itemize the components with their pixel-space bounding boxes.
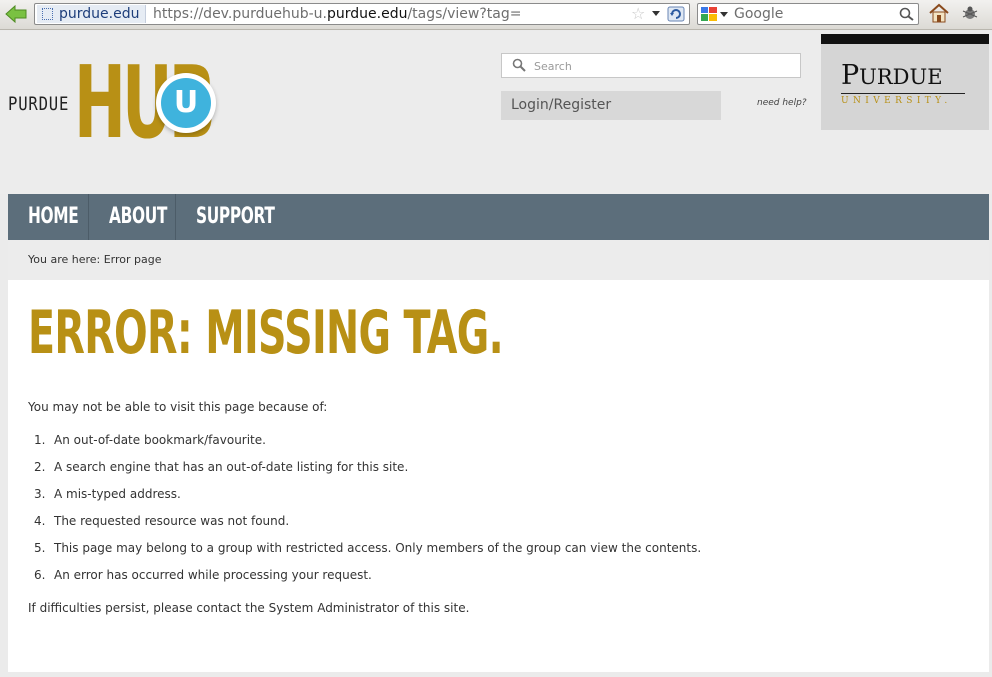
list-item: 6. An error has occurred while processing… — [34, 568, 372, 582]
site-header: PURDUE HUB U Login/Register need help? P… — [0, 31, 992, 194]
browser-search-bar[interactable]: Google — [697, 3, 919, 25]
search-input[interactable] — [534, 57, 794, 75]
search-engine-label: Google — [734, 6, 784, 22]
reason-text: An error has occurred while processing y… — [54, 568, 372, 582]
nav-item-about[interactable]: ABOUT — [109, 194, 192, 240]
nav-divider — [88, 194, 89, 240]
main-nav: HOME ABOUT SUPPORT — [8, 194, 989, 240]
site-identity-button[interactable]: purdue.edu — [37, 5, 147, 23]
nav-item-home[interactable]: HOME — [28, 194, 100, 240]
purdue-university-logo[interactable]: PURDUE UNIVERSITY. — [821, 34, 989, 130]
url-prefix: https://dev.purduehub-u. — [153, 6, 327, 22]
engine-dropdown-icon[interactable] — [720, 12, 728, 17]
nav-home-label: HOME — [28, 204, 79, 229]
login-register-button[interactable]: Login/Register — [501, 91, 721, 120]
site-identity-label: purdue.edu — [59, 6, 140, 22]
url-suffix: /tags/view?tag= — [407, 6, 522, 22]
logo-u-letter: U — [161, 78, 211, 128]
purduehub-u-logo[interactable]: PURDUE HUB U — [8, 53, 223, 163]
logo-u-badge: U — [156, 73, 216, 133]
reload-icon[interactable] — [667, 6, 685, 22]
url-bar[interactable]: purdue.edu https://dev.purduehub-u.purdu… — [34, 3, 690, 25]
browser-toolbar: purdue.edu https://dev.purduehub-u.purdu… — [0, 0, 992, 30]
reason-list: 1. An out-of-date bookmark/favourite. 2. A… — [28, 433, 701, 595]
page-icon — [42, 8, 53, 20]
site-search-box[interactable] — [501, 53, 801, 78]
logo-purdue-text: PURDUE — [8, 93, 70, 115]
purdue-wordmark-rest: URDUE — [859, 65, 943, 89]
breadcrumb: You are here: Error page — [8, 240, 989, 280]
page-title: ERROR: MISSING TAG. — [28, 298, 504, 368]
bookmark-star-icon[interactable]: ☆ — [631, 4, 645, 24]
reason-text: This page may belong to a group with res… — [54, 541, 702, 555]
home-icon[interactable] — [928, 3, 950, 23]
nav-divider — [175, 194, 176, 240]
back-arrow-icon[interactable] — [5, 5, 27, 23]
addon-bug-icon[interactable] — [960, 5, 980, 21]
intro-text: You may not be able to visit this page b… — [28, 400, 328, 414]
purdue-wordmark: PURDUE — [841, 61, 943, 92]
list-item: 1. An out-of-date bookmark/favourite. — [34, 433, 266, 447]
nav-about-label: ABOUT — [109, 204, 168, 229]
need-help-link[interactable]: need help? — [757, 98, 807, 108]
history-dropdown-icon[interactable] — [652, 11, 660, 16]
google-engine-icon[interactable] — [701, 7, 717, 21]
reason-text: An out-of-date bookmark/favourite. — [54, 433, 266, 447]
wordmark-rule — [841, 93, 965, 94]
reason-text: The requested resource was not found. — [54, 514, 290, 528]
list-item: 5. This page may belong to a group with r… — [34, 541, 702, 555]
url-text[interactable]: https://dev.purduehub-u.purdue.edu/tags/… — [153, 6, 522, 22]
url-domain: purdue.edu — [326, 6, 408, 22]
reason-text: A mis-typed address. — [54, 487, 181, 501]
list-item: 2. A search engine that has an out-of-dat… — [34, 460, 409, 474]
list-item: 3. A mis-typed address. — [34, 487, 181, 501]
outro-text: If difficulties persist, please contact … — [28, 601, 470, 615]
search-icon — [512, 58, 526, 72]
reason-text: A search engine that has an out-of-date … — [54, 460, 409, 474]
nav-support-label: SUPPORT — [196, 204, 275, 229]
magnifier-icon[interactable] — [899, 7, 915, 21]
main-content: ERROR: MISSING TAG. You may not be able … — [8, 280, 989, 672]
purdue-wordmark-cap: P — [841, 60, 860, 91]
nav-item-support[interactable]: SUPPORT — [196, 194, 308, 240]
university-subtitle: UNIVERSITY. — [841, 96, 952, 106]
list-item: 4. The requested resource was not found. — [34, 514, 290, 528]
